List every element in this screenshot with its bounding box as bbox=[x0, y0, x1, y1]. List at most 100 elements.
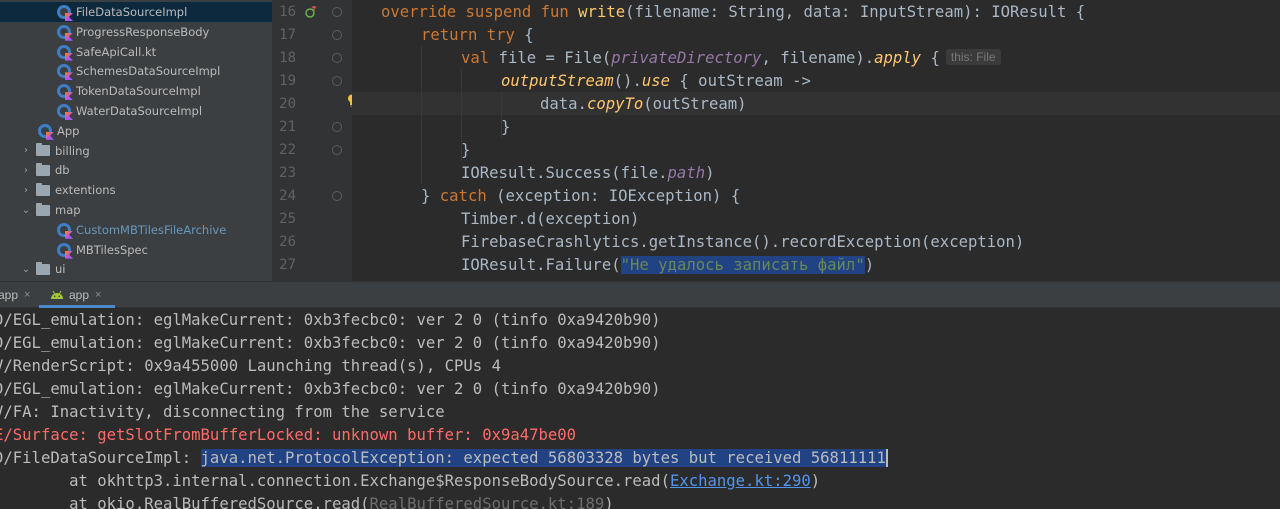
trace-text: ) bbox=[810, 472, 821, 490]
inlay-hint: this: File bbox=[945, 49, 1001, 65]
tree-item[interactable]: ⌄ map bbox=[0, 200, 272, 220]
kotlin-class-icon bbox=[57, 24, 73, 41]
tree-item[interactable]: App bbox=[0, 121, 272, 141]
kotlin-class-icon bbox=[57, 84, 73, 101]
logcat-console[interactable]: D/EGL_emulation: eglMakeCurrent: 0xb3fec… bbox=[0, 308, 1280, 509]
code-line-17[interactable]: return try { bbox=[421, 24, 534, 47]
line-number: 22 bbox=[279, 142, 296, 158]
override-marker-icon[interactable] bbox=[305, 6, 317, 18]
tree-item-label: WaterDataSourceImpl bbox=[76, 104, 203, 118]
trace-text: at okio.RealBufferedSource.read( bbox=[0, 495, 370, 509]
kotlin-class-icon bbox=[38, 123, 54, 140]
tree-item-label: extentions bbox=[55, 183, 116, 198]
code-text: } bbox=[501, 118, 511, 136]
kotlin-class-icon bbox=[57, 5, 73, 21]
log-line: D/EGL_emulation: eglMakeCurrent: 0xb3fec… bbox=[0, 334, 661, 352]
project-tree: FileDataSourceImpl ProgressResponseBody Sa… bbox=[0, 0, 272, 281]
line-number: 27 bbox=[279, 257, 296, 273]
log-line-error: E/Surface: getSlotFromBufferLocked: unkn… bbox=[0, 426, 577, 444]
tree-item-label: map bbox=[55, 203, 81, 217]
code-line-25[interactable]: Timber.d(exception) bbox=[461, 208, 639, 231]
code-line-21[interactable]: } bbox=[501, 116, 510, 139]
chevron-down-icon[interactable]: ⌄ bbox=[20, 205, 32, 216]
fold-marker-icon[interactable] bbox=[332, 7, 342, 17]
extension-call: use bbox=[641, 72, 671, 90]
code-text: data. bbox=[540, 95, 587, 113]
trace-text: at okhttp3.internal.connection.Exchange$… bbox=[0, 472, 670, 490]
line-number: 20 bbox=[279, 96, 296, 112]
chevron-right-icon[interactable]: › bbox=[20, 185, 32, 196]
keyword-try: try bbox=[486, 26, 515, 44]
fold-marker-icon[interactable] bbox=[332, 30, 342, 40]
line-number: 19 bbox=[279, 73, 296, 89]
code-line-16[interactable]: override suspend fun write(filename: Str… bbox=[381, 1, 1085, 24]
code-text: } bbox=[461, 141, 471, 159]
line-number: 17 bbox=[279, 27, 296, 43]
code-text: { bbox=[514, 26, 534, 44]
chevron-right-icon[interactable]: › bbox=[20, 165, 32, 176]
extension-call: outputStream bbox=[501, 72, 614, 90]
kotlin-class-icon bbox=[57, 44, 73, 61]
fold-marker-icon[interactable] bbox=[332, 122, 342, 132]
tree-item[interactable]: ⌄ ui bbox=[0, 259, 272, 279]
tree-item[interactable]: › extentions bbox=[0, 180, 272, 200]
tab-app-2[interactable]: app × bbox=[39, 282, 115, 308]
keyword-override: override bbox=[381, 3, 457, 21]
tree-item-label: db bbox=[55, 163, 70, 178]
code-line-24[interactable]: } catch (exception: IOException) { bbox=[421, 185, 740, 208]
code-text: { bbox=[921, 49, 940, 67]
code-text: ) bbox=[705, 164, 715, 182]
close-icon[interactable]: × bbox=[24, 289, 30, 301]
folder-icon bbox=[36, 182, 50, 196]
code-line-26[interactable]: FirebaseCrashlytics.getInstance().record… bbox=[461, 231, 1024, 254]
folder-icon bbox=[36, 261, 50, 275]
tree-item[interactable]: SchemesDataSourceImpl bbox=[0, 61, 272, 81]
source-ref-dim: RealBufferedSource.kt:189 bbox=[369, 495, 605, 509]
editor-gutter: 16 17 18 19 20 21 22 23 24 25 26 27 bbox=[272, 0, 356, 281]
tree-item[interactable]: ProgressResponseBody bbox=[0, 22, 272, 42]
fold-marker-icon[interactable] bbox=[332, 53, 342, 63]
extension-call: apply bbox=[874, 49, 922, 67]
tree-item[interactable]: › db bbox=[0, 160, 272, 180]
chevron-right-icon[interactable]: › bbox=[20, 145, 32, 156]
tree-item[interactable]: CustomMBTilesFileArchive bbox=[0, 220, 272, 240]
stack-trace-line: at okio.RealBufferedSource.read(RealBuff… bbox=[0, 493, 614, 509]
source-link[interactable]: Exchange.kt:290 bbox=[670, 472, 811, 490]
code-line-19[interactable]: outputStream().use { outStream -> bbox=[501, 70, 811, 93]
chevron-down-icon[interactable]: ⌄ bbox=[20, 264, 32, 275]
tree-item[interactable]: › billing bbox=[0, 141, 272, 161]
fold-marker-icon[interactable] bbox=[332, 76, 342, 86]
close-icon[interactable]: × bbox=[95, 289, 101, 301]
line-number: 21 bbox=[279, 119, 296, 135]
stack-trace-line: at okhttp3.internal.connection.Exchange$… bbox=[0, 470, 820, 493]
code-text: (). bbox=[613, 72, 642, 90]
tree-item[interactable]: SafeApiCall.kt bbox=[0, 42, 272, 62]
fold-marker-icon[interactable] bbox=[332, 145, 342, 155]
tab-app-1[interactable]: app × bbox=[0, 282, 30, 308]
tab-label: app bbox=[69, 288, 90, 302]
code-line-18[interactable]: val file = File(privateDirectory, filena… bbox=[461, 47, 1001, 70]
code-editor[interactable]: 16 17 18 19 20 21 22 23 24 25 26 27 override suspen… bbox=[272, 0, 1280, 281]
line-number: 25 bbox=[279, 211, 296, 227]
tree-item[interactable]: FileDataSourceImpl bbox=[0, 2, 272, 22]
code-line-20[interactable]: data.copyTo(outStream) bbox=[540, 93, 747, 116]
fold-marker-icon[interactable] bbox=[332, 191, 342, 201]
tree-item[interactable]: MBTilesSpec bbox=[0, 240, 272, 260]
code-text: ) bbox=[864, 256, 875, 274]
indent-guide bbox=[421, 46, 422, 184]
tree-item[interactable]: TokenDataSourceImpl bbox=[0, 81, 272, 101]
code-line-22[interactable]: } bbox=[461, 139, 470, 162]
code-line-27[interactable]: IOResult.Failure("Не удалось записать фа… bbox=[461, 254, 874, 277]
tree-item[interactable]: WaterDataSourceImpl bbox=[0, 101, 272, 121]
code-line-23[interactable]: IOResult.Success(file.path) bbox=[461, 162, 715, 185]
code-text: IOResult.Failure( bbox=[461, 256, 621, 274]
tree-item-label: App bbox=[57, 123, 80, 138]
run-tabs-bar: app × app × bbox=[0, 281, 1280, 308]
code-text: (outStream) bbox=[643, 95, 747, 113]
code-text: } bbox=[421, 187, 440, 205]
tree-item-label: FileDataSourceImpl bbox=[76, 5, 188, 19]
android-icon bbox=[51, 290, 63, 299]
kotlin-class-icon bbox=[57, 222, 73, 239]
code-text: (exception: IOException) { bbox=[486, 187, 741, 205]
folder-icon bbox=[36, 143, 50, 157]
